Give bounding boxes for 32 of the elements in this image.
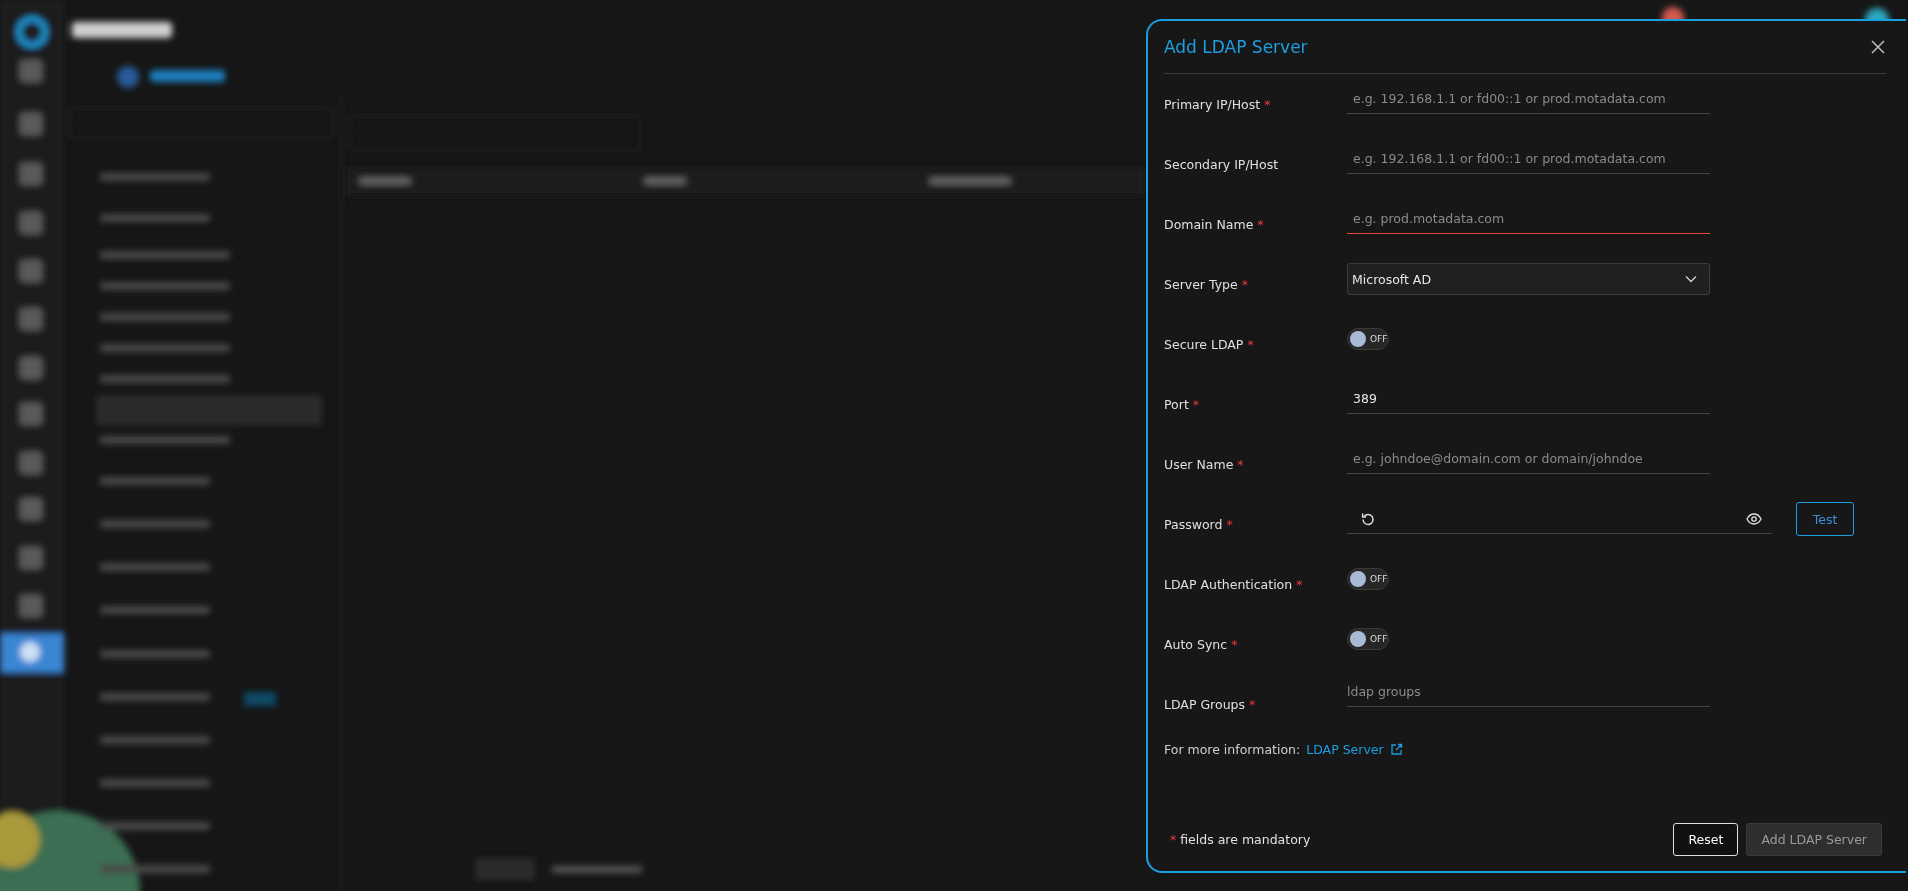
field-label: Domain Name * xyxy=(1164,216,1265,232)
input-field[interactable]: 389 xyxy=(1347,384,1710,414)
info-text: For more information: xyxy=(1164,742,1301,757)
reset-icon[interactable] xyxy=(1361,511,1375,526)
eye-icon[interactable] xyxy=(1746,512,1762,525)
help-link[interactable]: LDAP Server xyxy=(1306,742,1384,757)
field-label: Server Type * xyxy=(1164,276,1249,292)
field-label: User Name * xyxy=(1164,456,1245,472)
external-link-icon[interactable] xyxy=(1389,743,1403,756)
field-label: Secure LDAP * xyxy=(1164,336,1255,352)
reset-button[interactable]: Reset xyxy=(1673,822,1739,856)
field-label: LDAP Authentication * xyxy=(1164,576,1304,592)
field-label: Primary IP/Host * xyxy=(1164,96,1272,112)
dropdown-field[interactable]: Microsoft AD xyxy=(1347,263,1710,295)
input-field[interactable]: e.g. 192.168.1.1 or fd00::1 or prod.motadata.com xyxy=(1347,144,1710,174)
field-label: Port * xyxy=(1164,396,1201,412)
tags-field[interactable]: ldap groups xyxy=(1347,677,1710,707)
toggle-switch[interactable]: OFF xyxy=(1347,328,1389,350)
chevron-down-icon xyxy=(1685,275,1697,283)
toggle-switch[interactable]: OFF xyxy=(1347,628,1389,650)
input-field[interactable]: e.g. johndoe@domain.com or domain/johndoe xyxy=(1347,444,1710,474)
field-label: LDAP Groups * xyxy=(1164,696,1257,712)
close-button[interactable] xyxy=(1870,39,1886,55)
field-label: Auto Sync * xyxy=(1164,636,1239,652)
mandatory-note: * fields are mandatory xyxy=(1170,831,1311,847)
input-field[interactable]: e.g. prod.motadata.com xyxy=(1347,204,1710,234)
field-label: Password * xyxy=(1164,516,1234,532)
dialog-title: Add LDAP Server xyxy=(1164,37,1308,57)
test-button[interactable]: Test xyxy=(1796,502,1854,536)
field-label: Secondary IP/Host xyxy=(1164,156,1280,172)
input-field[interactable]: e.g. 192.168.1.1 or fd00::1 or prod.motadata.com xyxy=(1347,84,1710,114)
toggle-switch[interactable]: OFF xyxy=(1347,568,1389,590)
